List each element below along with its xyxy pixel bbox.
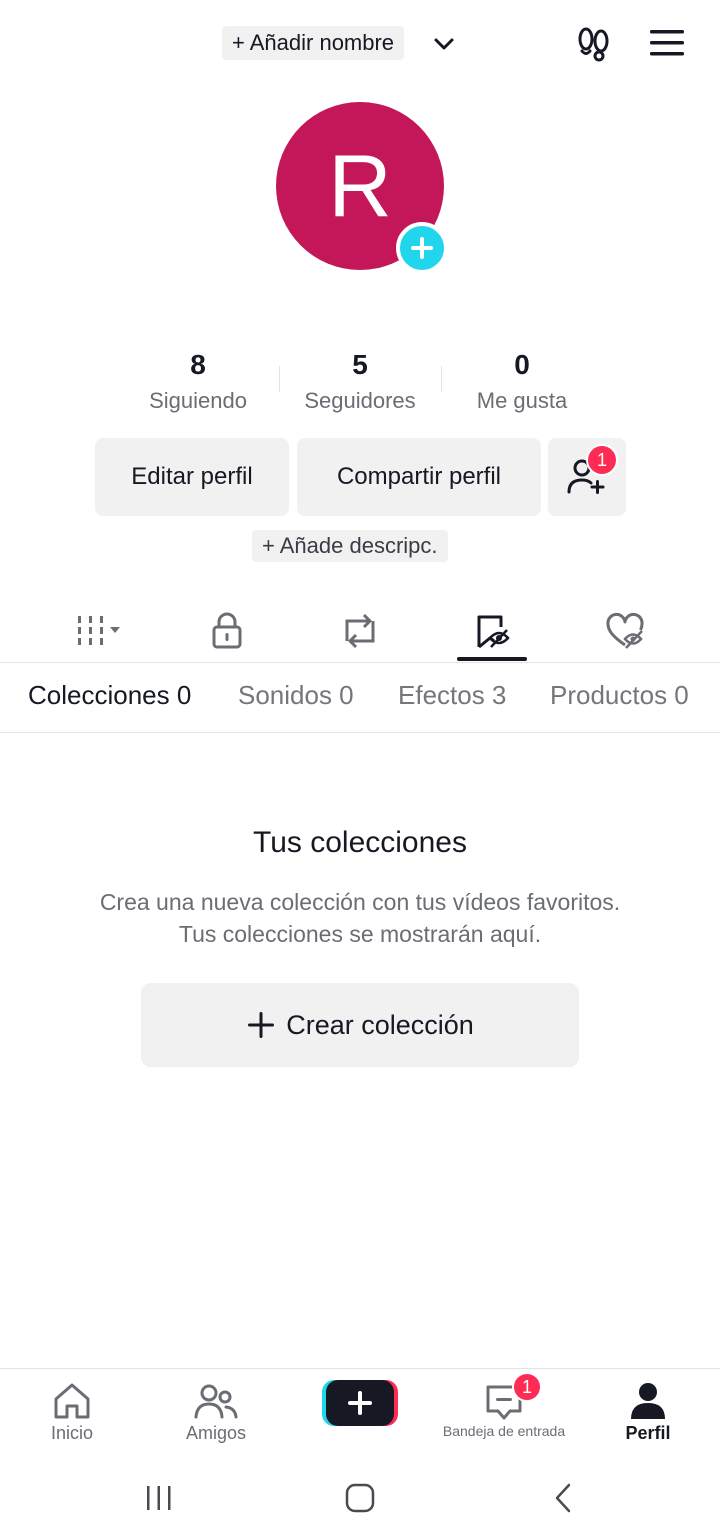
- add-friend-button[interactable]: 1: [548, 438, 626, 516]
- divider: [0, 662, 720, 663]
- add-description-button[interactable]: + Añade descripc.: [252, 530, 448, 562]
- nav-inbox[interactable]: Bandeja de entrada: [428, 1369, 580, 1459]
- add-name-label: + Añadir nombre: [232, 30, 395, 55]
- profile-icon: [631, 1383, 665, 1419]
- repost-icon: [345, 613, 375, 649]
- create-collection-label: Crear colección: [286, 1009, 474, 1040]
- followers-count: 5: [352, 349, 368, 380]
- nav-inbox-label: Bandeja de entrada: [442, 1423, 566, 1439]
- home-icon: [54, 1383, 90, 1419]
- stat-following[interactable]: 8 Siguiendo: [118, 348, 278, 414]
- tab-favorites[interactable]: [457, 600, 527, 662]
- share-profile-label: Compartir perfil: [336, 463, 502, 490]
- inbox-badge: 1: [512, 1372, 542, 1402]
- nav-home-label: Inicio: [50, 1423, 94, 1443]
- subtab-effects[interactable]: Efectos 3: [398, 680, 506, 711]
- create-collection-button[interactable]: Crear colección: [141, 983, 579, 1067]
- lock-icon: [212, 612, 242, 649]
- empty-state-title: Tus colecciones: [253, 826, 467, 859]
- likes-label: Me gusta: [476, 388, 568, 413]
- divider: [0, 732, 720, 733]
- subtab-sounds[interactable]: Sonidos 0: [238, 680, 354, 711]
- nav-friends-label: Amigos: [185, 1423, 247, 1443]
- likes-count: 0: [514, 349, 530, 380]
- recent-apps-icon[interactable]: [144, 1482, 174, 1514]
- nav-profile[interactable]: Perfil: [608, 1369, 688, 1459]
- edit-profile-button[interactable]: Editar perfil: [95, 438, 289, 516]
- edit-profile-label: Editar perfil: [131, 463, 253, 490]
- empty-state-text: Crea una nueva colección con tus vídeos …: [0, 886, 720, 950]
- stat-likes[interactable]: 0 Me gusta: [442, 348, 602, 414]
- chevron-down-icon[interactable]: [430, 30, 458, 58]
- menu-icon[interactable]: [648, 26, 686, 60]
- add-description-label: + Añade descripc.: [262, 533, 438, 558]
- tab-videos[interactable]: [60, 600, 140, 662]
- subtab-products[interactable]: Productos 0: [550, 680, 689, 711]
- stat-followers[interactable]: 5 Seguidores: [280, 348, 440, 414]
- nav-friends[interactable]: Amigos: [176, 1369, 256, 1459]
- friend-request-badge: 1: [586, 444, 618, 476]
- following-label: Siguiendo: [149, 388, 247, 413]
- add-name-button[interactable]: + Añadir nombre: [222, 26, 405, 60]
- tab-reposts[interactable]: [325, 600, 395, 662]
- back-icon[interactable]: [550, 1482, 576, 1514]
- plus-icon: [248, 1012, 275, 1038]
- heart-hidden-icon: [606, 613, 644, 649]
- subtab-collections[interactable]: Colecciones 0: [28, 680, 191, 711]
- bookmark-icon: [477, 615, 510, 649]
- active-tab-indicator: [457, 657, 527, 661]
- friends-icon: [194, 1384, 238, 1419]
- avatar-initial: R: [328, 136, 392, 235]
- grid-icon: [78, 616, 120, 645]
- nav-home[interactable]: Inicio: [32, 1369, 112, 1459]
- add-photo-button[interactable]: [396, 222, 448, 274]
- followers-label: Seguidores: [304, 388, 416, 413]
- create-video-button[interactable]: [322, 1378, 398, 1428]
- tab-liked[interactable]: [590, 600, 660, 662]
- following-count: 8: [190, 349, 206, 380]
- nav-profile-label: Perfil: [625, 1423, 671, 1443]
- share-profile-button[interactable]: Compartir perfil: [297, 438, 541, 516]
- tab-private[interactable]: [192, 600, 262, 662]
- empty-state-line-1: Crea una nueva colección con tus vídeos …: [99, 889, 621, 915]
- empty-state-line-2: Tus colecciones se mostrarán aquí.: [178, 921, 542, 947]
- home-system-icon[interactable]: [344, 1482, 376, 1514]
- footprints-icon[interactable]: [574, 24, 614, 64]
- plus-icon: [411, 237, 433, 259]
